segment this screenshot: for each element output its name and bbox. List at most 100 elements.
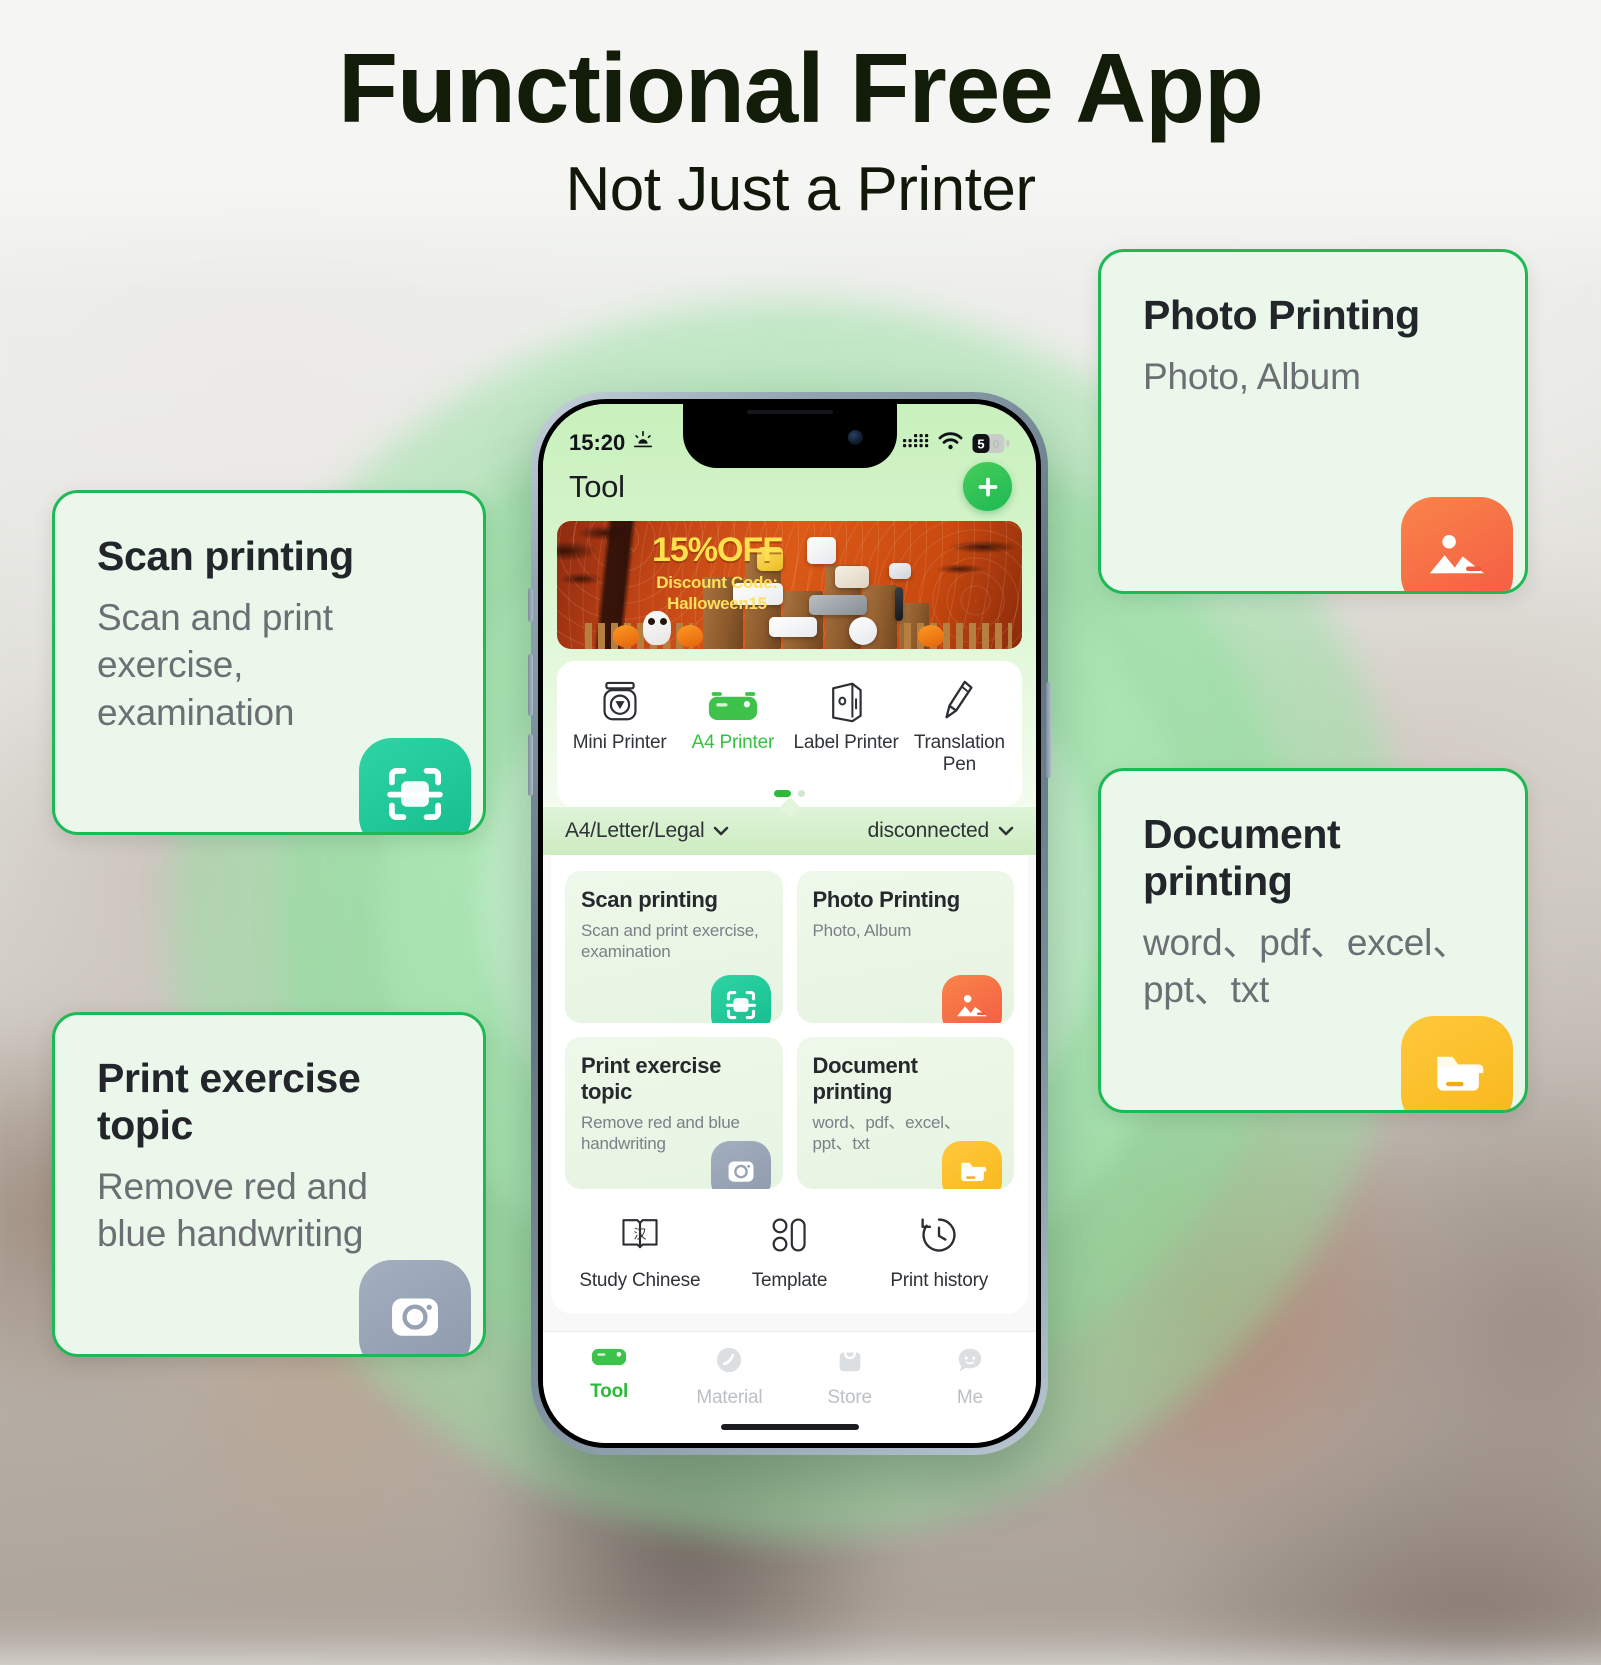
home-indicator[interactable] bbox=[720, 1424, 859, 1430]
tab-me[interactable]: Me bbox=[910, 1346, 1030, 1409]
chevron-down-icon bbox=[998, 819, 1014, 843]
feature-grid: Scan printing Scan and print exercise, e… bbox=[565, 870, 1014, 1189]
callout-subtitle: word、pdf、excel、ppt、txt bbox=[1143, 922, 1470, 1011]
banner-code-value: Halloween15 bbox=[667, 594, 767, 614]
tab-tool[interactable]: Tool bbox=[549, 1346, 669, 1409]
promo-banner[interactable]: 15%OFF Discount Code: Halloween15 bbox=[557, 521, 1022, 649]
callout-subtitle: Remove red and blue handwriting bbox=[97, 1166, 368, 1255]
chevron-down-icon bbox=[713, 819, 729, 843]
carousel-dot-active[interactable] bbox=[774, 789, 791, 797]
quick-tool-label: Template bbox=[751, 1269, 828, 1291]
banner-code-label: Discount Code: bbox=[656, 573, 778, 592]
wifi-icon bbox=[938, 430, 963, 456]
printer-settings-bar: A4/Letter/Legal disconnected bbox=[543, 806, 1036, 855]
pumpkin-decor bbox=[613, 625, 639, 647]
paper-size-selector[interactable]: A4/Letter/Legal bbox=[565, 819, 729, 843]
profile-icon bbox=[955, 1346, 985, 1379]
hero-text-block: Functional Free App Not Just a Printer bbox=[0, 33, 1601, 225]
product-a4-printer-gray bbox=[809, 595, 867, 615]
ghost-decor bbox=[643, 611, 671, 645]
callout-card-scan-printing: Scan printing Scan and print exercise, e… bbox=[52, 490, 486, 835]
status-bar-right: 5 0 bbox=[903, 430, 1010, 456]
banner-text-block: 15%OFF Discount Code: Halloween15 bbox=[629, 533, 805, 615]
feature-card-scan-printing[interactable]: Scan printing Scan and print exercise, e… bbox=[565, 870, 783, 1023]
banner-discount: 15%OFF bbox=[651, 531, 783, 569]
volume-up-button[interactable] bbox=[528, 654, 533, 716]
carousel-dots[interactable] bbox=[563, 789, 1016, 797]
callout-title: Scan printing bbox=[97, 533, 354, 579]
scan-icon bbox=[359, 738, 471, 832]
cellular-bars-icon bbox=[903, 430, 929, 456]
page-headline: Functional Free App bbox=[338, 33, 1264, 143]
translation-pen-icon bbox=[942, 679, 976, 723]
product-translation-pen bbox=[895, 587, 903, 621]
ghost-eye bbox=[660, 618, 667, 625]
carousel-dot[interactable] bbox=[798, 789, 805, 797]
callout-title: Document printing bbox=[1143, 811, 1341, 904]
printer-type-label: Translation Pen bbox=[913, 732, 1005, 775]
quick-tool-label: Study Chinese bbox=[579, 1269, 701, 1291]
callout-subtitle: Photo, Album bbox=[1143, 356, 1361, 397]
printer-type-label: A4 Printer bbox=[691, 732, 775, 753]
phone-notch bbox=[682, 404, 897, 468]
sunrise-icon bbox=[632, 429, 654, 457]
svg-text:5: 5 bbox=[977, 436, 984, 451]
printer-type-translation-pen[interactable]: Translation Pen bbox=[903, 679, 1016, 776]
quick-tool-template[interactable]: Template bbox=[715, 1215, 865, 1292]
tab-store[interactable]: Store bbox=[790, 1346, 910, 1409]
feature-card-document-printing[interactable]: Document printing word、pdf、excel、ppt、txt bbox=[796, 1036, 1014, 1189]
a4-printer-icon bbox=[707, 679, 759, 723]
quick-tools-row: 汉 Study Chinese Template Print history bbox=[565, 1215, 1014, 1292]
quick-tool-study-chinese[interactable]: 汉 Study Chinese bbox=[565, 1215, 715, 1292]
label-printer-icon bbox=[825, 679, 867, 723]
tab-label: Material bbox=[696, 1387, 763, 1408]
power-button[interactable] bbox=[1046, 682, 1051, 778]
feature-title: Document printing bbox=[812, 1052, 918, 1104]
status-bar-left: 15:20 bbox=[569, 429, 654, 457]
connection-status-value: disconnected bbox=[867, 818, 990, 842]
printer-type-label: Mini Printer bbox=[572, 732, 667, 753]
feature-title: Scan printing bbox=[581, 886, 718, 912]
add-button[interactable] bbox=[963, 462, 1012, 511]
paper-size-value: A4/Letter/Legal bbox=[565, 818, 705, 842]
scan-icon bbox=[710, 974, 771, 1023]
page-title: Tool bbox=[569, 468, 625, 504]
product-round-printer bbox=[849, 617, 877, 645]
battery-icon: 5 0 bbox=[972, 433, 1010, 454]
feature-title: Photo Printing bbox=[812, 886, 961, 912]
store-bag-icon bbox=[836, 1346, 864, 1379]
product-label-printer bbox=[835, 566, 869, 588]
phone-mockup: 15:20 5 0 Tool 15%OFF Discount Code: Hal… bbox=[528, 392, 1051, 1455]
printer-type-label-printer[interactable]: Label Printer bbox=[790, 679, 903, 776]
feature-sheet: Scan printing Scan and print exercise, e… bbox=[551, 854, 1028, 1314]
product-label-printer-small bbox=[889, 563, 911, 579]
folder-icon bbox=[942, 1140, 1002, 1189]
front-camera bbox=[847, 430, 863, 445]
feature-card-print-exercise-topic[interactable]: Print exercise topic Remove red and blue… bbox=[565, 1036, 783, 1189]
image-icon bbox=[942, 974, 1002, 1023]
tab-material[interactable]: Material bbox=[669, 1346, 789, 1409]
callout-subtitle: Scan and print exercise, examination bbox=[97, 597, 333, 733]
callout-title: Print exercise topic bbox=[97, 1055, 361, 1148]
study-chinese-glyph: 汉 bbox=[633, 1227, 646, 1242]
folder-icon bbox=[1401, 1016, 1513, 1110]
printer-type-mini-printer[interactable]: Mini Printer bbox=[563, 679, 676, 776]
mini-printer-icon bbox=[600, 679, 640, 723]
feature-subtitle: Photo, Album bbox=[812, 920, 912, 940]
silence-switch[interactable] bbox=[528, 588, 533, 622]
volume-down-button[interactable] bbox=[528, 734, 533, 796]
feature-title: Print exercise topic bbox=[581, 1052, 722, 1104]
callout-card-print-exercise-topic: Print exercise topic Remove red and blue… bbox=[52, 1012, 486, 1357]
earpiece-speaker bbox=[746, 410, 833, 414]
product-printer-bottom bbox=[769, 617, 817, 637]
connection-status-selector[interactable]: disconnected bbox=[868, 819, 1014, 843]
printer-icon bbox=[591, 1346, 627, 1373]
pumpkin-decor bbox=[677, 625, 703, 647]
phone-bezel: 15:20 5 0 Tool 15%OFF Discount Code: Hal… bbox=[538, 399, 1041, 1448]
branch-decor bbox=[930, 527, 1022, 597]
quick-tool-print-history[interactable]: Print history bbox=[864, 1215, 1014, 1292]
printer-type-label: Label Printer bbox=[793, 732, 899, 753]
printer-type-a4-printer[interactable]: A4 Printer bbox=[676, 679, 789, 776]
feature-card-photo-printing[interactable]: Photo Printing Photo, Album bbox=[796, 870, 1014, 1023]
product-mini-printer-white bbox=[807, 537, 836, 564]
